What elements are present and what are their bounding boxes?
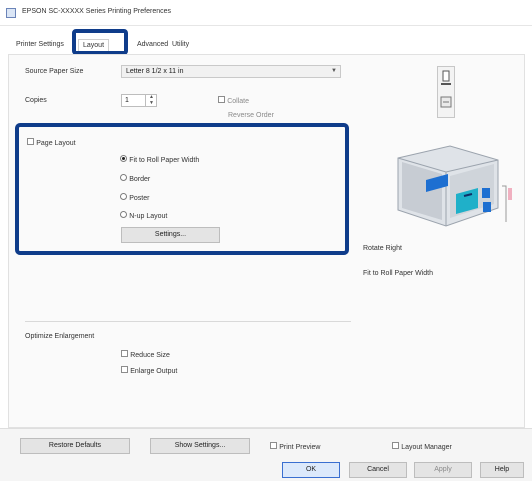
paper-size-value: Letter 8 1/2 x 11 in — [126, 68, 184, 75]
radio-nup[interactable]: N-up Layout — [120, 211, 167, 220]
tab-advanced[interactable]: Advanced — [133, 39, 172, 52]
radio-fit-roll[interactable]: Fit to Roll Paper Width — [120, 155, 199, 164]
reduce-size-check-box[interactable] — [121, 350, 128, 357]
ok-button[interactable]: OK — [282, 462, 340, 478]
radio-border[interactable]: Border — [120, 174, 150, 183]
print-preview-label: Print Preview — [279, 444, 321, 451]
paper-size-label: Source Paper Size — [25, 68, 84, 75]
cancel-button[interactable]: Cancel — [349, 462, 407, 478]
section-divider — [25, 321, 351, 322]
title-bar: EPSON SC-XXXXX Series Printing Preferenc… — [0, 0, 532, 26]
radio-label: Poster — [129, 195, 150, 202]
radio-label: Border — [129, 176, 151, 183]
page-layout-check-box[interactable] — [27, 138, 34, 145]
restore-defaults-button[interactable]: Restore Defaults — [20, 438, 130, 454]
chevron-down-icon: ▼ — [331, 68, 337, 74]
print-preview-check-box[interactable] — [270, 442, 277, 449]
printer-preview-illustration — [397, 145, 512, 227]
paper-size-select[interactable]: Letter 8 1/2 x 11 in ▼ — [121, 65, 341, 78]
collate-check-box[interactable] — [218, 96, 225, 103]
radio-label: N-up Layout — [129, 213, 168, 220]
layout-manager-label: Layout Manager — [401, 444, 452, 451]
collate-checkbox[interactable]: Collate — [218, 96, 249, 105]
radio-button[interactable] — [120, 211, 127, 218]
orientation-selector[interactable] — [437, 66, 455, 118]
page-layout-checkbox[interactable]: Page Layout — [27, 138, 76, 147]
radio-button[interactable] — [120, 155, 127, 162]
tab-utility[interactable]: Utility — [168, 39, 193, 52]
settings-button[interactable]: Settings... — [121, 227, 220, 243]
copies-value: 1 — [125, 97, 129, 104]
copies-label: Copies — [25, 97, 47, 104]
copies-stepper[interactable]: 1 ▲ ▼ — [121, 94, 157, 107]
enlarge-output-checkbox[interactable]: Enlarge Output — [121, 366, 177, 375]
enlarge-output-label: Enlarge Output — [130, 368, 178, 375]
printer-app-icon — [6, 8, 16, 18]
layout-manager-checkbox[interactable]: Layout Manager — [392, 442, 452, 451]
optimize-enlargement-title: Optimize Enlargement — [25, 333, 95, 340]
preview-label-2: Fit to Roll Paper Width — [363, 270, 434, 277]
enlarge-output-check-box[interactable] — [121, 366, 128, 373]
help-button[interactable]: Help — [480, 462, 524, 478]
preview-label-1: Rotate Right — [363, 245, 402, 252]
chevron-down-icon[interactable]: ▼ — [149, 100, 154, 106]
reduce-size-checkbox[interactable]: Reduce Size — [121, 350, 170, 359]
apply-button[interactable]: Apply — [414, 462, 472, 478]
active-tab-highlight — [72, 29, 128, 55]
radio-button[interactable] — [120, 193, 127, 200]
reverse-order-label: Reverse Order — [228, 112, 274, 119]
reduce-size-label: Reduce Size — [130, 352, 170, 359]
print-preview-checkbox[interactable]: Print Preview — [270, 442, 320, 451]
page-layout-label: Page Layout — [36, 140, 76, 147]
radio-poster[interactable]: Poster — [120, 193, 149, 202]
radio-button[interactable] — [120, 174, 127, 181]
radio-label: Fit to Roll Paper Width — [129, 157, 200, 164]
tab-printer-settings[interactable]: Printer Settings — [12, 39, 68, 52]
show-settings-button[interactable]: Show Settings... — [150, 438, 250, 454]
portrait-icon[interactable] — [438, 67, 454, 117]
window-title: EPSON SC-XXXXX Series Printing Preferenc… — [22, 8, 172, 15]
layout-manager-check-box[interactable] — [392, 442, 399, 449]
collate-label: Collate — [227, 98, 250, 105]
